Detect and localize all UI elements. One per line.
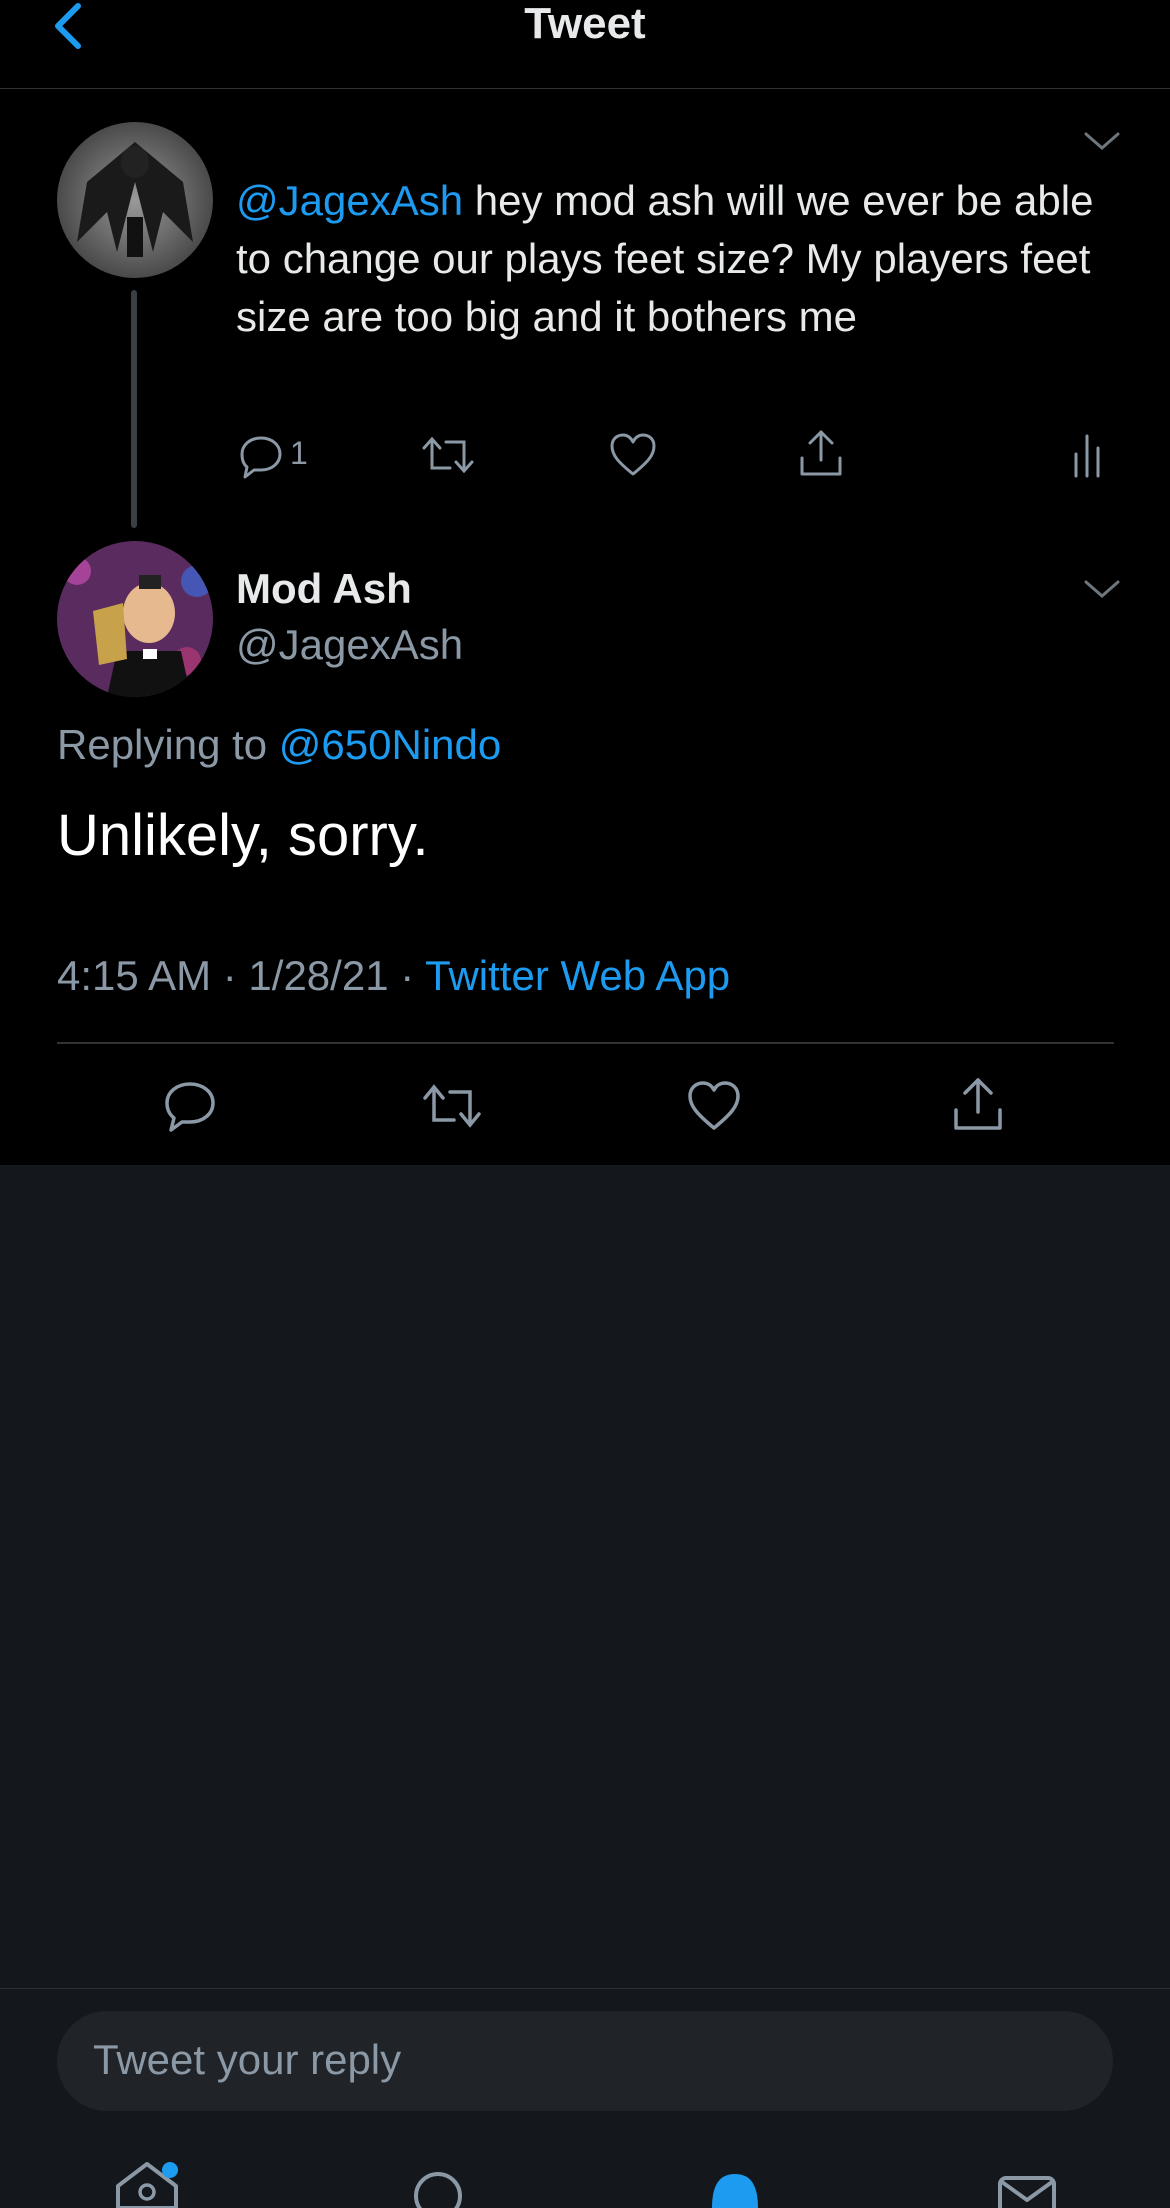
author-name[interactable]: Mod Ash [236,561,412,617]
search-icon[interactable] [408,2170,468,2208]
tweet-metadata: 4:15 AM · 1/28/21 · Twitter Web App [57,947,730,1005]
avatar-image [57,122,213,278]
reply-placeholder: Tweet your reply [93,2036,402,2083]
share-icon[interactable] [950,1076,1006,1134]
timestamp: 4:15 AM · 1/28/21 · [57,952,426,999]
redacted-name [214,100,764,155]
parent-tweet-text: @JagexAsh hey mod ash will we ever be ab… [236,172,1116,346]
chevron-down-icon[interactable] [1082,576,1122,604]
retweet-icon[interactable] [420,1078,484,1134]
like-icon[interactable] [608,430,658,480]
reply-icon[interactable] [236,430,286,480]
page-title: Tweet [524,0,646,48]
chevron-down-icon[interactable] [1082,128,1122,156]
messages-icon[interactable] [996,2174,1058,2208]
avatar-image [57,541,213,697]
retweet-icon[interactable] [420,430,476,480]
divider [57,1042,1114,1044]
tweet-body: Unlikely, sorry. [57,803,429,868]
replying-handle-link[interactable]: @650Nindo [279,721,501,768]
notifications-icon[interactable] [706,2170,764,2208]
reply-icon[interactable] [162,1078,218,1134]
reply-count: 1 [290,435,308,471]
replying-prefix: Replying to [57,721,268,768]
analytics-icon[interactable] [1070,430,1104,480]
source-link[interactable]: Twitter Web App [425,952,730,999]
reply-input[interactable]: Tweet your reply [57,2011,1113,2111]
mention-link[interactable]: @JagexAsh [236,177,463,224]
replying-to: Replying to @650Nindo [57,716,501,774]
thread-connector [131,290,137,528]
composer-divider [0,1988,1170,1989]
author-handle[interactable]: @JagexAsh [236,617,463,673]
avatar[interactable] [57,122,213,278]
home-icon[interactable] [112,2156,182,2208]
top-bar: Tweet [0,0,1170,89]
author-avatar[interactable] [57,541,213,697]
like-icon[interactable] [686,1078,742,1134]
bottom-tab-bar [0,2150,1170,2208]
share-icon[interactable] [796,428,846,480]
